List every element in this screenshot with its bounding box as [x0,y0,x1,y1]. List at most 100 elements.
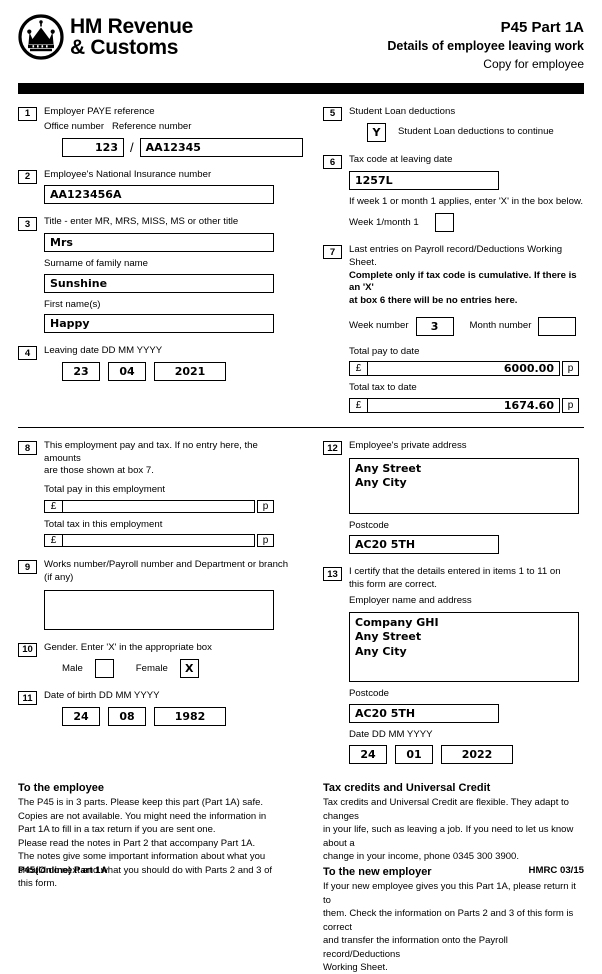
tax-code-input[interactable]: 1257L [349,170,499,190]
total-pay-to-date-row: £ 6000.00 p [349,361,579,377]
total-tax-to-date-input[interactable]: 1674.60 [368,398,560,414]
total-pay-employment-input[interactable] [63,499,255,513]
female-checkbox[interactable]: X [179,659,199,679]
header-black-bar [18,82,584,94]
total-tax-employment-label: Total tax in this employment [44,518,163,530]
total-tax-to-date-row: £ 1674.60 p [349,398,579,414]
dob-year-input[interactable]: 1982 [154,706,226,726]
to-the-new-employer-body: If your new employee gives you this Part… [323,881,576,973]
item-8-number: 8 [18,441,37,456]
week1-month1-checkbox[interactable] [434,213,454,233]
footer-hmrc-code: HMRC 03/15 [528,865,584,876]
section-top-left: 1 Employer PAYE reference Office number … [18,94,303,414]
item-11-date-of-birth: 11 Date of birth DD MM YYYY 24 08 1982 [18,690,293,726]
form-footer: P45(Online) Part 1A HMRC 03/15 [18,865,584,876]
item-13-employer-certification: 13 I certify that the details entered in… [323,566,584,764]
male-checkbox[interactable] [94,659,114,679]
item-8-label-line-2: are those shown at box 7. [44,465,154,477]
item-6-tax-code: 6 Tax code at leaving date 1257L If week… [323,154,584,233]
tax-credits-body: Tax credits and Universal Credit are fle… [323,797,574,863]
total-pay-employment-label: Total pay in this employment [44,484,166,496]
total-tax-employment-pence: p [257,534,274,548]
employee-postcode-label: Postcode [349,519,390,531]
item-1-number: 1 [18,106,37,121]
item-7-label-line-1: Last entries on Payroll record/Deduction… [349,244,563,269]
brand-line-1: HM Revenue [70,14,194,38]
total-pay-employment-row: £ p [44,499,274,513]
item-4-leaving-date: 4 Leaving date DD MM YYYY 23 04 2021 [18,345,293,382]
surname-input[interactable]: Sunshine [44,273,274,293]
to-the-employee-body: The P45 is in 3 parts. Please keep this … [18,797,273,890]
item-7-label-line-3: at box 6 there will be no entries here. [349,295,518,307]
form-copy-note: Copy for employee [483,57,584,72]
week-number-input[interactable]: 3 [415,316,454,336]
item-5-label: Student Loan deductions [349,105,456,117]
works-number-input[interactable] [44,589,274,630]
week-number-label: Week number [349,319,409,331]
leaving-date-day-input[interactable]: 23 [62,362,100,382]
item-5-student-loan-deductions: 5 Student Loan deductions Y Student Loan… [323,106,584,143]
hmrc-brand: HM Revenue & Customs [18,14,193,60]
item-2-national-insurance-number: 2 Employee's National Insurance number A… [18,169,293,205]
week1-month1-label: Week 1/month 1 [349,216,419,228]
dob-day-input[interactable]: 24 [62,706,100,726]
month-number-input[interactable] [538,316,577,336]
week1-month1-note: If week 1 or month 1 applies, enter 'X' … [349,195,584,207]
title-input[interactable]: Mrs [44,233,274,253]
item-10-number: 10 [18,642,37,657]
form-header: HM Revenue & Customs P45 Part 1A Details… [18,0,584,74]
employer-address-input[interactable]: Company GHI Any Street Any City [349,612,579,683]
employer-date-month-input[interactable]: 01 [395,744,433,764]
item-9-label-line-2: (if any) [44,572,74,584]
item-5-number: 5 [323,106,342,121]
item-13-number: 13 [323,567,342,582]
total-pay-to-date-label: Total pay to date [349,345,420,357]
section-bottom-right: 12 Employee's private address Any Street… [301,428,584,764]
item-1-label: Employer PAYE reference [44,105,155,117]
notes-section: To the employee The P45 is in 3 parts. P… [18,780,584,974]
item-3-name: 3 Title - enter MR, MRS, MISS, MS or oth… [18,216,293,334]
section-top: 1 Employer PAYE reference Office number … [18,94,584,414]
dob-month-input[interactable]: 08 [108,706,146,726]
employer-date-day-input[interactable]: 24 [349,744,387,764]
hmrc-crown-icon [18,14,64,60]
section-bottom-left: 8 This employment pay and tax. If no ent… [18,428,301,764]
form-title: P45 Part 1A [500,19,584,36]
total-pay-to-date-input[interactable]: 6000.00 [368,361,560,377]
total-tax-employment-row: £ p [44,534,274,548]
form-subtitle: Details of employee leaving work [387,39,584,54]
item-6-label: Tax code at leaving date [349,154,453,166]
item-13-label-line-2: this form are correct. [349,579,437,591]
total-pay-to-date-pence: p [562,361,579,377]
item-12-number: 12 [323,441,342,456]
employee-postcode-input[interactable]: AC20 5TH [349,535,499,555]
item-4-number: 4 [18,346,37,361]
firstname-label: First name(s) [44,298,101,310]
item-1-employer-paye-reference: 1 Employer PAYE reference Office number … [18,106,303,157]
national-insurance-number-input[interactable]: AA123456A [44,185,274,205]
item-9-number: 9 [18,560,37,575]
student-loan-continue-checkbox[interactable]: Y [367,123,386,143]
item-10-gender: 10 Gender. Enter 'X' in the appropriate … [18,642,293,679]
reference-number-input[interactable]: AA12345 [139,137,303,157]
leaving-date-year-input[interactable]: 2021 [154,362,226,382]
total-pay-employment-currency: £ [44,499,63,513]
employer-postcode-input[interactable]: AC20 5TH [349,704,499,724]
firstname-input[interactable]: Happy [44,314,274,334]
item-8-this-employment-pay-and-tax: 8 This employment pay and tax. If no ent… [18,440,293,548]
total-pay-to-date-currency: £ [349,361,368,377]
employer-date-year-input[interactable]: 2022 [441,744,513,764]
surname-label: Surname of family name [44,258,148,270]
item-9-label-line-1: Works number/Payroll number and Departme… [44,559,289,571]
office-number-input[interactable]: 123 [62,137,124,157]
item-6-number: 6 [323,155,342,170]
employee-address-input[interactable]: Any Street Any City [349,457,579,514]
item-2-label: Employee's National Insurance number [44,168,212,180]
form-title-block: P45 Part 1A Details of employee leaving … [387,14,584,74]
item-3-number: 3 [18,217,37,232]
p45-form-page: HM Revenue & Customs P45 Part 1A Details… [0,0,602,973]
leaving-date-month-input[interactable]: 04 [108,362,146,382]
total-tax-employment-input[interactable] [63,534,255,548]
reference-number-label: Reference number [112,121,192,133]
item-7-last-entries: 7 Last entries on Payroll record/Deducti… [323,244,584,414]
